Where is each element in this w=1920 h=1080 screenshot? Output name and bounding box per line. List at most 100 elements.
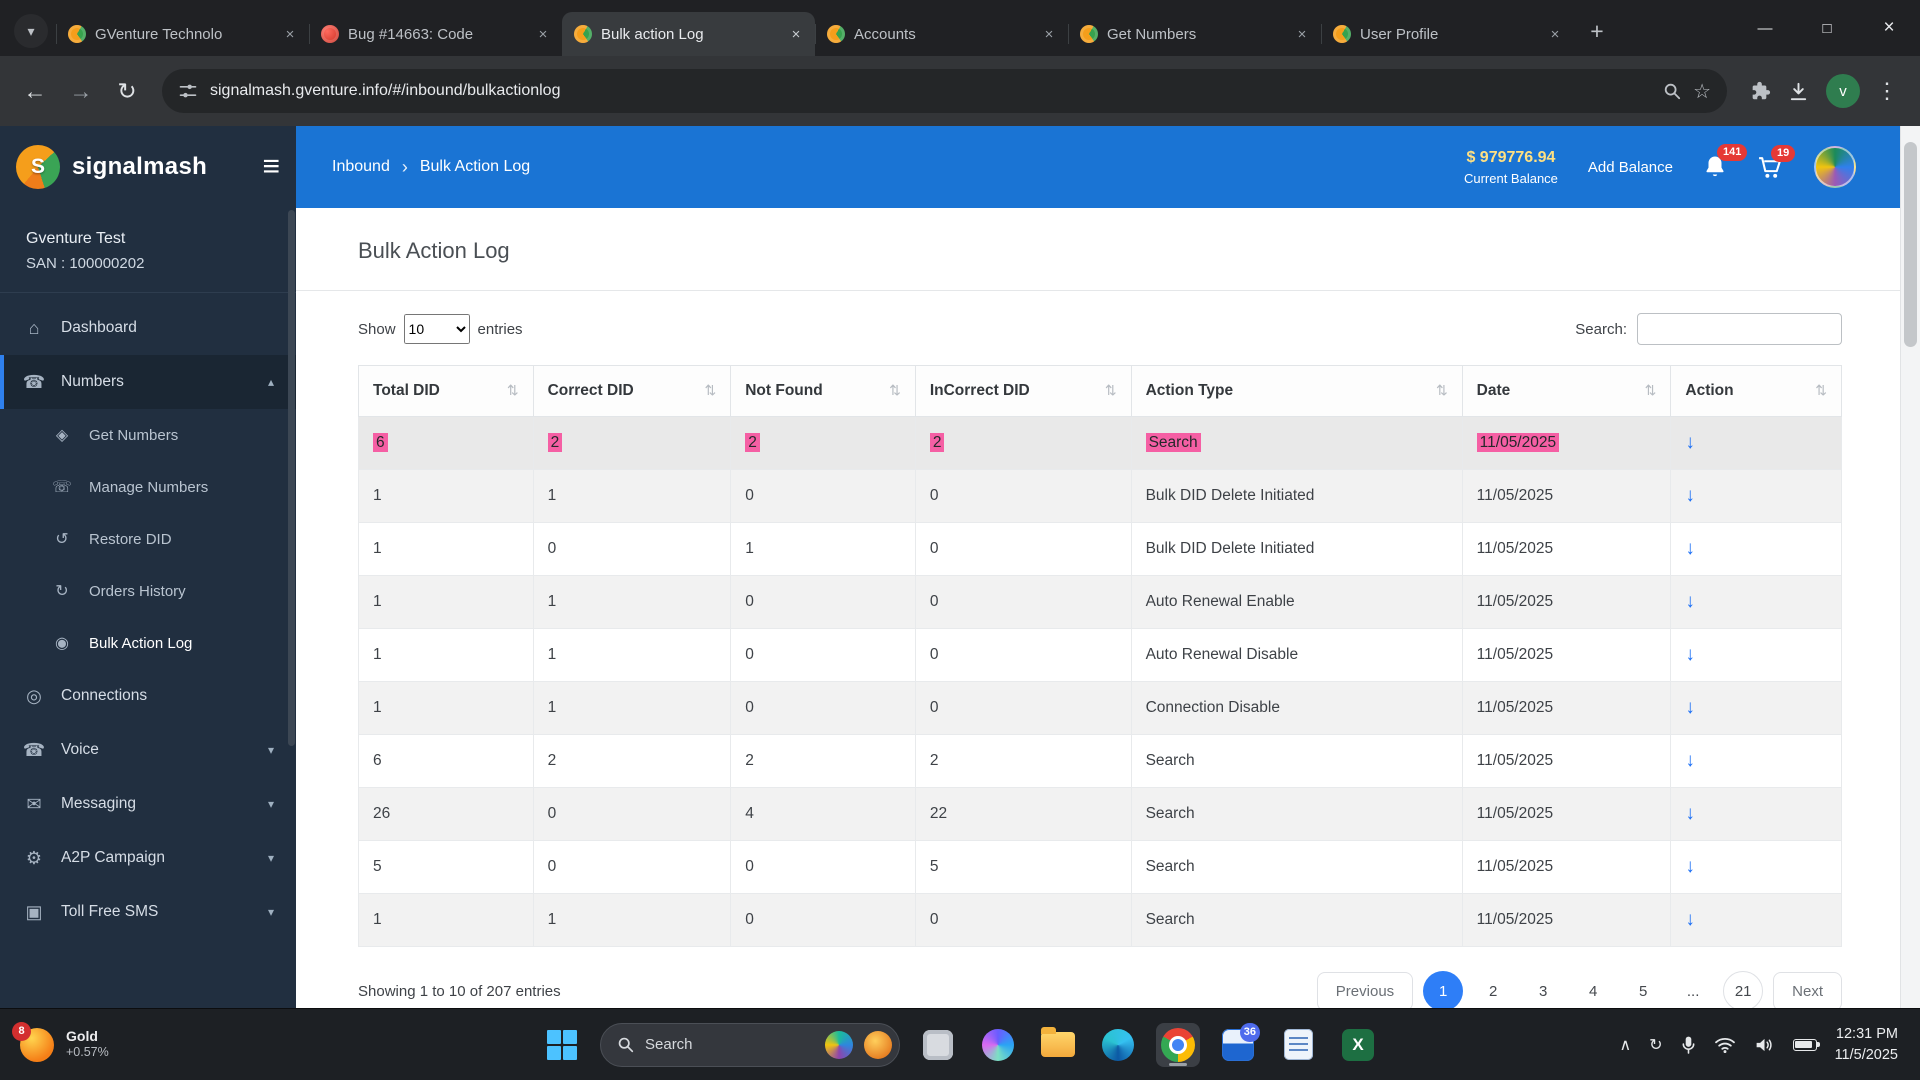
browser-tab[interactable]: GVenture Technolo × [56,12,309,56]
a2p-campaign-icon[interactable]: ⚙ A2P Campaign ▾ [0,831,296,885]
sort-icon[interactable]: ⇅ [1105,382,1117,399]
close-button[interactable]: × [1858,0,1920,56]
toll-free-sms-icon[interactable]: ▣ Toll Free SMS ▾ [0,885,296,939]
get-numbers-icon[interactable]: ◈ Get Numbers [0,409,296,461]
download-row-icon[interactable]: ↓ [1685,909,1695,930]
taskbar-widget[interactable]: 8 Gold +0.57% [0,1009,129,1080]
address-bar[interactable]: signalmash.gventure.info/#/inbound/bulka… [162,69,1727,113]
restore-icon[interactable]: ↺ Restore DID [0,513,296,565]
download-row-icon[interactable]: ↓ [1685,644,1695,665]
browser-profile-avatar[interactable]: v [1826,74,1860,108]
column-header[interactable]: Not Found ⇅ [731,366,916,417]
column-header[interactable]: Correct DID ⇅ [533,366,731,417]
forward-button[interactable]: → [60,70,102,112]
add-balance-button[interactable]: Add Balance [1588,159,1673,176]
download-row-icon[interactable]: ↓ [1685,591,1695,612]
downloads-icon[interactable] [1787,80,1810,103]
extensions-icon[interactable] [1749,80,1771,102]
history-icon[interactable]: ↻ Orders History [0,565,296,617]
search-highlight-icon[interactable] [825,1031,853,1059]
reload-button[interactable]: ↻ [106,70,148,112]
browser-menu-icon[interactable]: ⋮ [1876,78,1898,104]
column-header[interactable]: Date ⇅ [1462,366,1671,417]
download-row-icon[interactable]: ↓ [1685,538,1695,559]
pagination-button[interactable]: 2 [1473,971,1513,1008]
pagination-button[interactable]: 4 [1573,971,1613,1008]
tab-close-icon[interactable]: × [785,23,807,45]
column-header[interactable]: Action ⇅ [1671,366,1842,417]
column-header[interactable]: Action Type ⇅ [1131,366,1462,417]
page-size-select[interactable]: 10 [404,314,470,344]
chrome-app-button[interactable] [1156,1023,1200,1067]
cart-button[interactable]: 19 [1757,155,1784,180]
table-search-input[interactable] [1637,313,1842,345]
hamburger-menu-icon[interactable]: ≡ [262,152,280,182]
user-avatar[interactable] [1814,146,1856,188]
notifications-button[interactable]: 141 [1703,154,1727,180]
site-info-icon[interactable] [178,81,198,101]
tab-close-icon[interactable]: × [1291,23,1313,45]
tab-close-icon[interactable]: × [1038,23,1060,45]
sort-icon[interactable]: ⇅ [1815,382,1827,399]
sort-icon[interactable]: ⇅ [1645,382,1657,399]
search-highlight-icon-2[interactable] [864,1031,892,1059]
url-text[interactable]: signalmash.gventure.info/#/inbound/bulka… [210,82,1651,100]
browser-tab[interactable]: Accounts × [815,12,1068,56]
download-row-icon[interactable]: ↓ [1685,856,1695,877]
microphone-icon[interactable] [1681,1035,1696,1055]
pagination-button[interactable]: 21 [1723,971,1763,1008]
tab-close-icon[interactable]: × [532,23,554,45]
messaging-icon[interactable]: ✉ Messaging ▾ [0,777,296,831]
manage-numbers-icon[interactable]: ☏ Manage Numbers [0,461,296,513]
excel-app-button[interactable]: X [1336,1023,1380,1067]
page-scrollbar-thumb[interactable] [1904,142,1917,347]
browser-tab[interactable]: Bug #14663: Code × [309,12,562,56]
connections-icon[interactable]: ◎ Connections [0,669,296,723]
breadcrumb-section[interactable]: Inbound [332,158,390,176]
pagination-button[interactable]: Next [1773,972,1842,1009]
browser-tab[interactable]: Bulk action Log × [562,12,815,56]
bulk-action-log-icon[interactable]: ◉ Bulk Action Log [0,617,296,669]
sort-icon[interactable]: ⇅ [507,382,519,399]
sidebar-scrollbar-thumb[interactable] [288,210,295,746]
new-tab-button[interactable]: + [1580,14,1614,48]
wifi-icon[interactable] [1714,1036,1736,1054]
pagination-button[interactable]: Previous [1317,972,1413,1009]
volume-icon[interactable] [1754,1036,1775,1054]
photos-app-button[interactable] [916,1023,960,1067]
voice-icon[interactable]: ☎ Voice ▾ [0,723,296,777]
sync-icon[interactable]: ↻ [1649,1035,1662,1055]
pagination-button[interactable]: ... [1673,971,1713,1008]
edge-app-button[interactable] [1096,1023,1140,1067]
download-row-icon[interactable]: ↓ [1685,803,1695,824]
download-row-icon[interactable]: ↓ [1685,432,1695,453]
download-row-icon[interactable]: ↓ [1685,485,1695,506]
sort-icon[interactable]: ⇅ [1436,382,1448,399]
browser-tab[interactable]: User Profile × [1321,12,1574,56]
outlook-app-button[interactable]: 36 [1216,1023,1260,1067]
sort-icon[interactable]: ⇅ [705,382,717,399]
home-icon[interactable]: ⌂ Dashboard [0,301,296,355]
tab-close-icon[interactable]: × [279,23,301,45]
tab-search-button[interactable]: ▾ [14,14,48,48]
download-row-icon[interactable]: ↓ [1685,697,1695,718]
minimize-button[interactable]: — [1734,0,1796,56]
sort-icon[interactable]: ⇅ [889,382,901,399]
notepad-app-button[interactable] [1276,1023,1320,1067]
file-explorer-button[interactable] [1036,1023,1080,1067]
copilot-app-button[interactable] [976,1023,1020,1067]
download-row-icon[interactable]: ↓ [1685,750,1695,771]
back-button[interactable]: ← [14,70,56,112]
battery-icon[interactable] [1793,1039,1817,1051]
browser-tab[interactable]: Get Numbers × [1068,12,1321,56]
pagination-button[interactable]: 1 [1423,971,1463,1008]
pagination-button[interactable]: 3 [1523,971,1563,1008]
pagination-button[interactable]: 5 [1623,971,1663,1008]
column-header[interactable]: InCorrect DID ⇅ [915,366,1131,417]
zoom-icon[interactable] [1663,82,1681,100]
phone-icon[interactable]: ☎ Numbers ▴ [0,355,296,409]
hidden-icons-button[interactable]: ∧ [1619,1035,1631,1055]
column-header[interactable]: Total DID ⇅ [359,366,534,417]
tab-close-icon[interactable]: × [1544,23,1566,45]
taskbar-search[interactable]: Search [600,1023,900,1067]
